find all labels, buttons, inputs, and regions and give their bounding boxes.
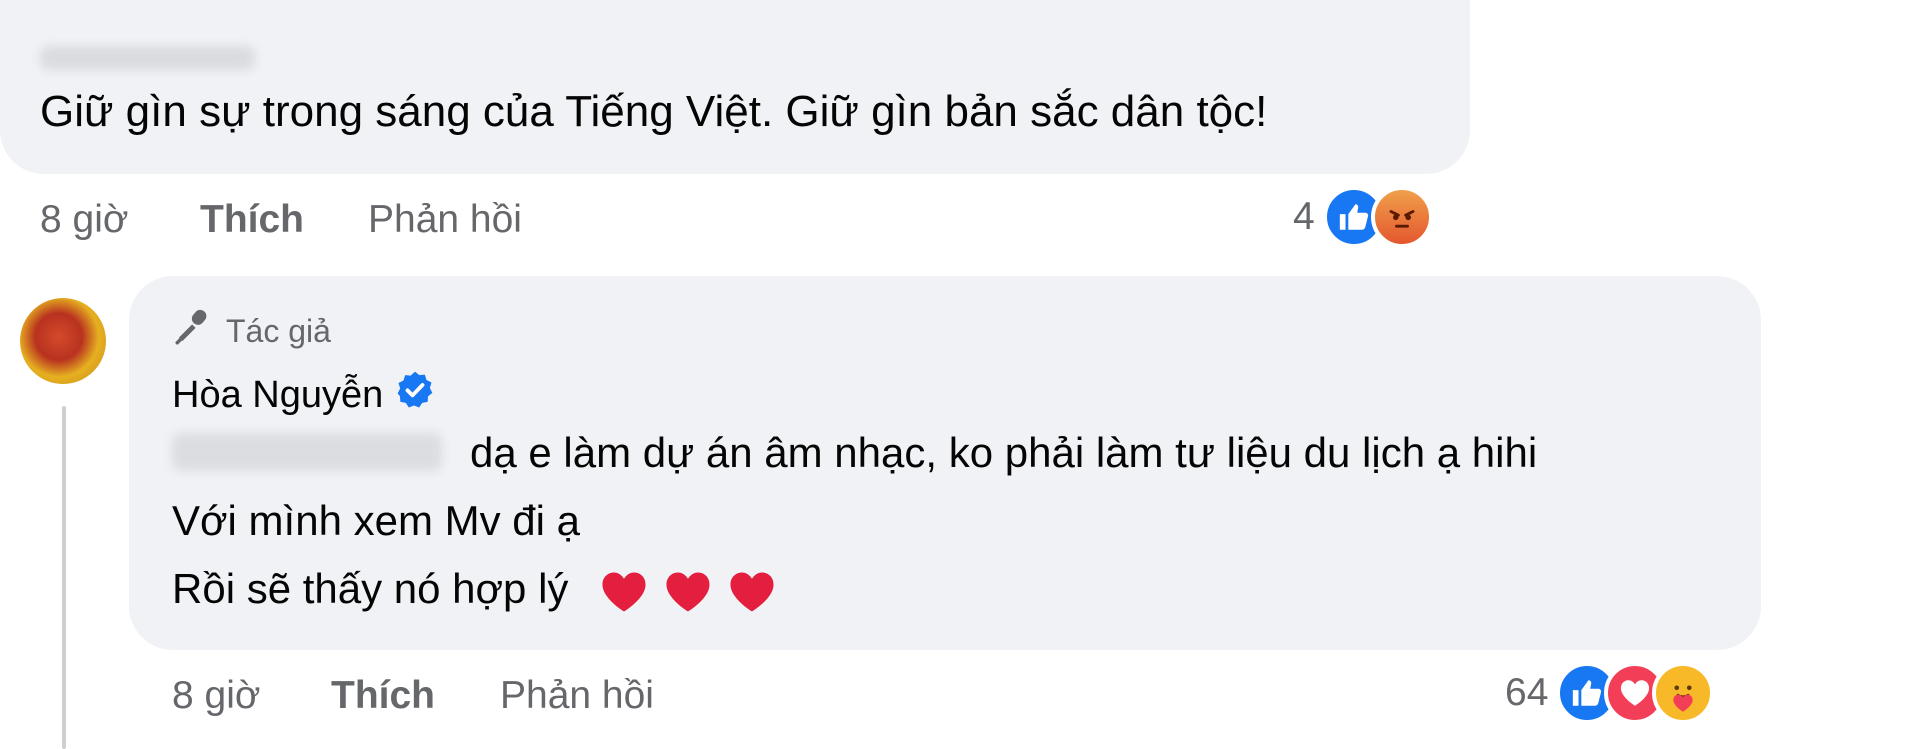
comment-2-reply-button[interactable]: Phản hồi [500, 673, 654, 719]
reply-line-3-text: Rồi sẽ thấy nó hợp lý [172, 565, 569, 612]
reply-thread-line [62, 406, 66, 749]
reply-line-2: Với mình xem Mv đi ạ [172, 497, 580, 544]
verified-badge-icon [395, 370, 435, 420]
comment-1-reply-button[interactable]: Phản hồi [368, 197, 522, 243]
hearts-emoji-group [598, 566, 778, 618]
angry-reaction-icon [1370, 186, 1433, 248]
reply-line-3: Rồi sẽ thấy nó hợp lý [172, 562, 778, 618]
comment-1-like-button[interactable]: Thích [200, 197, 304, 243]
comment-2-time[interactable]: 8 giờ [172, 673, 260, 719]
author-name-row: Hòa Nguyễn [172, 370, 435, 420]
comment-2-like-button[interactable]: Thích [331, 673, 435, 719]
red-heart-icon [730, 572, 774, 612]
comment-2-reaction-count: 64 [1505, 671, 1549, 714]
author-badge: Tác giả [172, 306, 331, 356]
comment-1-text: Giữ gìn sự trong sáng của Tiếng Việt. Gi… [40, 87, 1268, 136]
author-avatar[interactable] [20, 298, 106, 384]
blurred-mention [172, 433, 442, 471]
red-heart-icon [602, 572, 646, 612]
author-name[interactable]: Hòa Nguyễn [172, 374, 383, 417]
blurred-commenter-name [40, 46, 255, 70]
comment-1-reactions[interactable]: 4 [1293, 186, 1433, 248]
care-reaction-icon [1652, 662, 1715, 724]
reply-line-1: dạ e làm dự án âm nhạc, ko phải làm tư l… [470, 429, 1538, 476]
red-heart-icon [666, 572, 710, 612]
author-badge-label: Tác giả [226, 312, 331, 349]
microphone-icon [172, 306, 214, 356]
comment-1-time[interactable]: 8 giờ [40, 197, 128, 243]
comment-1-reaction-count: 4 [1293, 195, 1315, 238]
comment-2-reactions[interactable]: 64 [1505, 662, 1715, 724]
